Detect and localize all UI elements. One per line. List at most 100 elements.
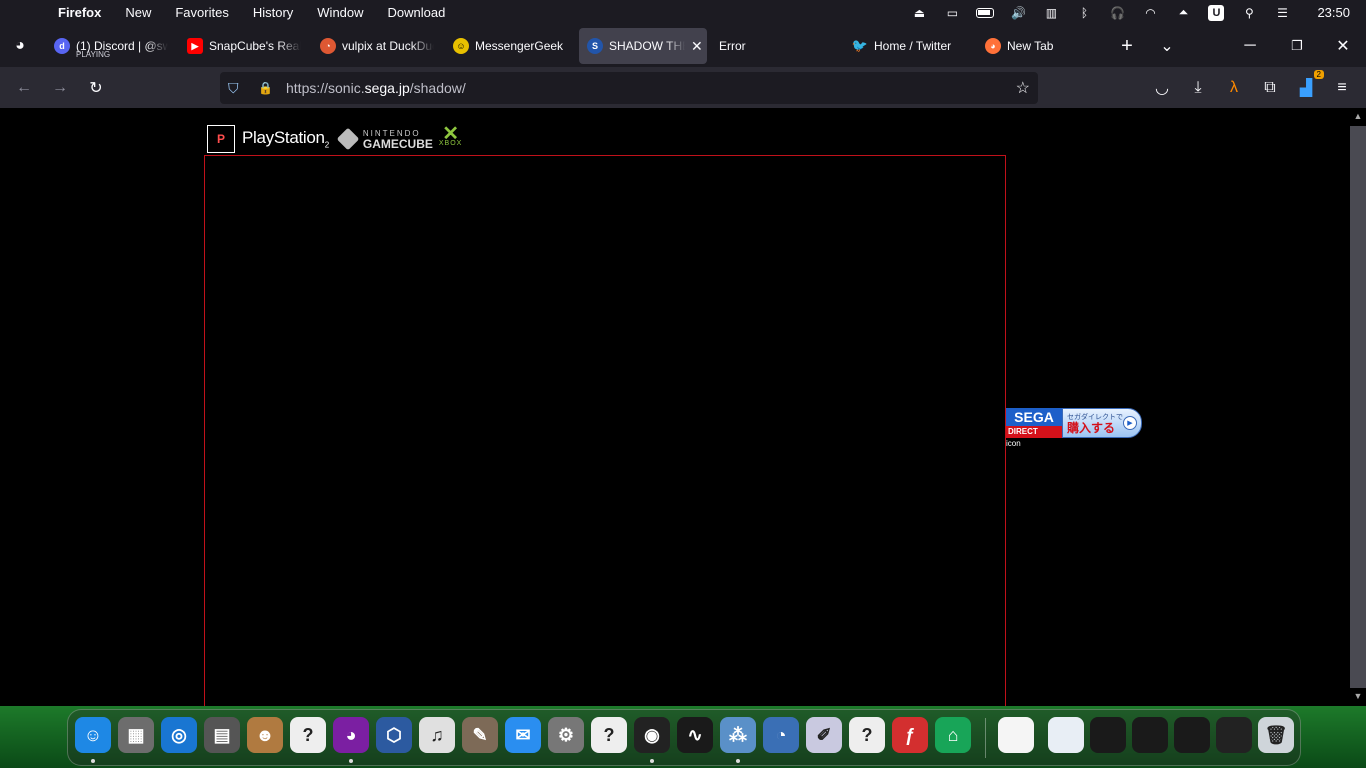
- url-bar[interactable]: ⛉ 🔒 https://sonic.sega.jp/shadow/ ☆: [220, 72, 1038, 104]
- tab-messengergeek[interactable]: ☺ MessengerGeek: [453, 28, 571, 64]
- page-content: P PlayStation2 NINTENDO GAMECUBE ✕ XBOX …: [0, 108, 1350, 706]
- lambda-extension-icon[interactable]: λ: [1222, 76, 1246, 100]
- sega-direct-buy-button[interactable]: SEGA DIRECT セガダイレクトで 購入する ▶: [1006, 408, 1142, 438]
- spotlight-icon[interactable]: ⚲: [1240, 6, 1258, 20]
- list-tabs-chevron-icon[interactable]: ⌄: [1155, 34, 1179, 58]
- url-prefix: https://sonic.: [286, 80, 365, 96]
- unknown-app-icon[interactable]: ?: [591, 717, 627, 753]
- url-domain: sega.jp: [364, 80, 410, 96]
- scroll-up-arrow-icon[interactable]: ▲: [1350, 108, 1366, 124]
- wifi-icon[interactable]: ◠: [1141, 6, 1159, 20]
- pocket-icon[interactable]: ◡: [1150, 76, 1174, 100]
- script-editor-icon[interactable]: ✐: [806, 717, 842, 753]
- tab-discord[interactable]: d (1) Discord | @swa PLAYING: [54, 28, 172, 64]
- tab-twitter[interactable]: 🐦 Home / Twitter: [852, 28, 970, 64]
- launchpad-icon[interactable]: ▦: [118, 717, 154, 753]
- menu-download[interactable]: Download: [388, 5, 446, 20]
- macos-dock: ☺ ▦ ◎ ▤ ☻? ◕ ⬡ ♫ ✎ ✉ ⚙? ◉ ∿ ⁂ ◔ ✐? ƒ ⌂ 🗑: [67, 709, 1301, 766]
- chrome-like-icon[interactable]: ◉: [634, 717, 670, 753]
- virtualbox-icon[interactable]: ⬡: [376, 717, 412, 753]
- bookmark-star-icon[interactable]: ☆: [1016, 78, 1030, 98]
- reload-icon[interactable]: ↻: [84, 76, 108, 100]
- xbox-text: XBOX: [438, 140, 463, 147]
- tab-label: Error: [719, 39, 746, 53]
- quicktime-icon[interactable]: ◔: [763, 717, 799, 753]
- tab-shadow-active[interactable]: S SHADOW THE ✕: [579, 28, 707, 64]
- minimized-window-2-icon[interactable]: [1090, 717, 1126, 753]
- firefox-view-icon[interactable]: ◕: [8, 34, 32, 58]
- trash-icon[interactable]: 🗑: [1258, 717, 1294, 753]
- unknown-app-icon[interactable]: ?: [849, 717, 885, 753]
- menu-new[interactable]: New: [125, 5, 151, 20]
- menu-window[interactable]: Window: [317, 5, 363, 20]
- eject-icon[interactable]: ⏏: [910, 6, 928, 20]
- hamburger-menu-icon[interactable]: ≡: [1330, 76, 1354, 100]
- network-icon[interactable]: ⁂: [720, 717, 756, 753]
- playstation2-logo: PlayStation2: [242, 128, 329, 150]
- green-app-icon[interactable]: ⌂: [935, 717, 971, 753]
- contacts-icon[interactable]: ☻: [247, 717, 283, 753]
- activity-monitor-icon[interactable]: ∿: [677, 717, 713, 753]
- lock-icon[interactable]: 🔒: [258, 81, 273, 95]
- tab-duckduckgo[interactable]: ◔ vulpix at DuckDuc: [320, 28, 438, 64]
- minimized-window-1-icon[interactable]: [1048, 717, 1084, 753]
- buy-title: 購入する: [1067, 421, 1116, 435]
- minimized-window-3-icon[interactable]: [1132, 717, 1168, 753]
- forward-arrow-icon[interactable]: →: [48, 76, 72, 100]
- document-icon[interactable]: [998, 717, 1034, 753]
- page-scrollbar[interactable]: ▲ ▼: [1350, 108, 1366, 706]
- bluetooth-icon[interactable]: ᛒ: [1075, 6, 1093, 20]
- tab-youtube[interactable]: ▶ SnapCube's Real-: [187, 28, 305, 64]
- sega-text: SEGA: [1006, 408, 1062, 426]
- airplay-icon[interactable]: ⏶: [1174, 5, 1192, 20]
- system-preferences-icon[interactable]: ⚙: [548, 717, 584, 753]
- back-arrow-icon[interactable]: ←: [12, 76, 36, 100]
- dock-running-indicator: [91, 759, 95, 763]
- calculator-icon[interactable]: ▤: [204, 717, 240, 753]
- scroll-down-arrow-icon[interactable]: ▼: [1350, 688, 1366, 704]
- display-icon[interactable]: ▭: [943, 6, 961, 20]
- mail-icon[interactable]: ✉: [505, 717, 541, 753]
- minimize-window-icon[interactable]: ─: [1238, 34, 1262, 58]
- gamecube-logo: NINTENDO GAMECUBE: [336, 127, 433, 151]
- gimp-icon[interactable]: ✎: [462, 717, 498, 753]
- flash-icon[interactable]: ƒ: [892, 717, 928, 753]
- extensions-puzzle-icon[interactable]: ⧉: [1258, 76, 1282, 100]
- sidebar-icon[interactable]: ▥: [1042, 6, 1060, 20]
- volume-icon[interactable]: 🔊: [1009, 6, 1027, 20]
- battery-icon[interactable]: [976, 6, 995, 20]
- flash-content-frame[interactable]: [204, 155, 1006, 706]
- tab-error[interactable]: Error: [719, 28, 837, 64]
- firefox-icon[interactable]: ◕: [333, 717, 369, 753]
- extension-badge-icon[interactable]: ▟ 2: [1294, 70, 1324, 100]
- control-center-icon[interactable]: ☰: [1273, 6, 1291, 20]
- tab-new-tab[interactable]: ◕ New Tab: [985, 28, 1103, 64]
- scrollbar-thumb[interactable]: [1350, 126, 1366, 688]
- dock-running-indicator: [736, 759, 740, 763]
- new-tab-plus-icon[interactable]: +: [1115, 34, 1139, 58]
- close-window-icon[interactable]: ✕: [1331, 34, 1355, 58]
- menu-app-name[interactable]: Firefox: [58, 5, 101, 20]
- tracking-shield-icon[interactable]: ⛉: [228, 80, 244, 97]
- duckduckgo-icon: ◔: [320, 38, 336, 54]
- platform-logos: P PlayStation2 NINTENDO GAMECUBE ✕ XBOX: [207, 124, 462, 154]
- ubuntu-icon[interactable]: U: [1207, 4, 1225, 21]
- url-text[interactable]: https://sonic.sega.jp/shadow/: [286, 80, 466, 96]
- unknown-app-icon[interactable]: ?: [290, 717, 326, 753]
- menu-history[interactable]: History: [253, 5, 293, 20]
- tab-label: New Tab: [1007, 39, 1054, 53]
- finder-icon[interactable]: ☺: [75, 717, 111, 753]
- headphones-icon[interactable]: 🎧: [1108, 6, 1126, 20]
- clock[interactable]: 23:50: [1317, 5, 1350, 20]
- minimized-window-4-icon[interactable]: [1174, 717, 1210, 753]
- buy-label-area: セガダイレクトで 購入する ▶: [1062, 408, 1142, 438]
- minimized-window-5-icon[interactable]: [1216, 717, 1252, 753]
- itunes-icon[interactable]: ♫: [419, 717, 455, 753]
- tab-close-icon[interactable]: ✕: [691, 38, 703, 55]
- safari-icon[interactable]: ◎: [161, 717, 197, 753]
- restore-window-icon[interactable]: ❐: [1285, 34, 1309, 58]
- menu-favorites[interactable]: Favorites: [175, 5, 228, 20]
- twitter-icon: 🐦: [852, 38, 869, 53]
- youtube-icon: ▶: [187, 38, 203, 54]
- downloads-icon[interactable]: ⤓: [1186, 76, 1210, 100]
